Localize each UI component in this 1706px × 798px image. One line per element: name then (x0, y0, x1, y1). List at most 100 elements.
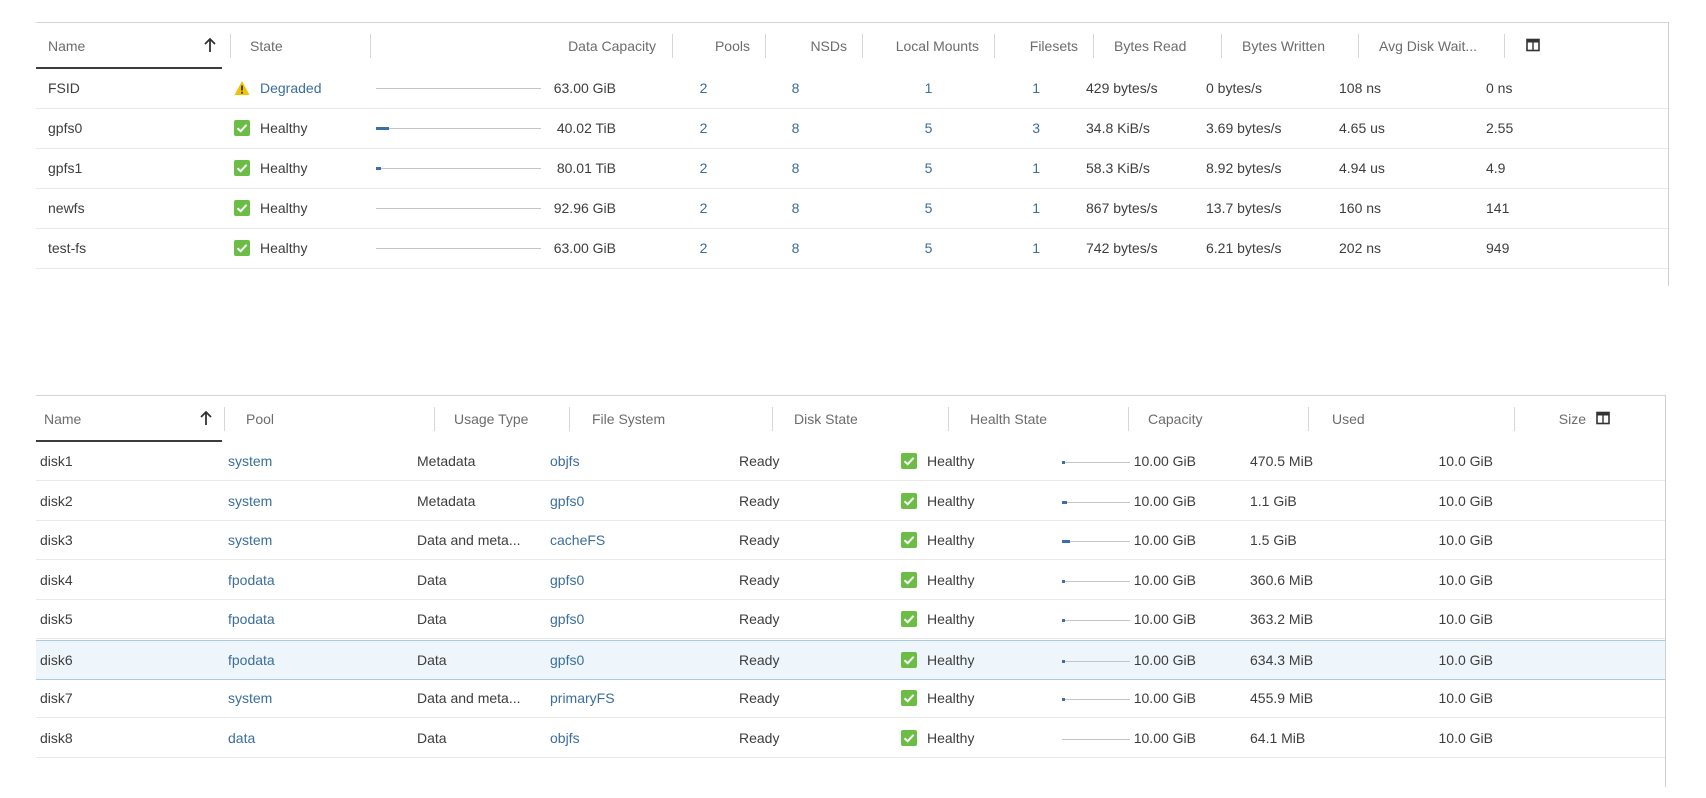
local-mounts-count[interactable]: 5 (901, 229, 956, 268)
capacity-value: 10.00 GiB (1133, 492, 1196, 509)
disk-name: disk6 (40, 651, 73, 668)
column-header-name[interactable]: Name (48, 23, 168, 69)
table-row[interactable]: test-fs Healthy 63.00 GiB 2 8 5 1 742 bytes/s 6.… (36, 229, 1669, 269)
column-header-usage-type[interactable]: Usage Type (454, 396, 574, 442)
column-header-disk-state[interactable]: Disk State (794, 396, 914, 442)
disk-name: disk7 (40, 690, 73, 706)
pools-count[interactable]: 2 (676, 69, 731, 108)
pool-link[interactable]: system (228, 521, 378, 559)
health-state-label: Healthy (927, 611, 975, 627)
table-row[interactable]: newfs Healthy 92.96 GiB 2 8 5 1 867 bytes/s 13.7… (36, 189, 1669, 229)
filesets-count[interactable]: 1 (996, 69, 1040, 108)
file-system-link[interactable]: gpfs0 (550, 482, 700, 520)
disk-state: Ready (739, 532, 780, 548)
capacity-bar-fill (1062, 698, 1065, 701)
capacity-value: 10.00 GiB (1133, 611, 1196, 627)
check-icon (234, 152, 250, 176)
table-row[interactable]: disk3 system Data and meta... cacheFS Ready H… (36, 521, 1666, 560)
table-row[interactable]: disk5 fpodata Data gpfs0 Ready Healthy 10.00 G… (36, 600, 1666, 639)
nsds-count[interactable]: 8 (768, 189, 823, 228)
column-header-name[interactable]: Name (44, 396, 164, 442)
pool-link[interactable]: fpodata (228, 561, 378, 599)
state-label: Healthy (260, 120, 308, 136)
filesystem-name: FSID (48, 80, 80, 96)
table-row[interactable]: gpfs0 Healthy 40.02 TiB 2 8 5 3 34.8 KiB/s 3.69 … (36, 109, 1669, 149)
filesets-count[interactable]: 3 (996, 109, 1040, 148)
table-scroll-edge (1665, 395, 1666, 787)
file-system-link[interactable]: objfs (550, 719, 700, 757)
state-label: Degraded (260, 80, 322, 96)
pool-link[interactable]: fpodata (228, 641, 378, 679)
column-header-data-capacity[interactable]: Data Capacity (506, 23, 656, 69)
file-system-link[interactable]: gpfs0 (550, 641, 700, 679)
usage-type: Data (417, 729, 447, 746)
column-header-capacity[interactable]: Capacity (1148, 396, 1288, 442)
local-mounts-count[interactable]: 1 (901, 69, 956, 108)
capacity-bar-fill (1062, 619, 1065, 622)
column-header-pool[interactable]: Pool (246, 396, 396, 442)
table-row[interactable]: disk2 system Metadata gpfs0 Ready Healthy 10.0… (36, 482, 1666, 521)
filesets-count[interactable]: 1 (996, 189, 1040, 228)
pools-count[interactable]: 2 (676, 229, 731, 268)
table-row[interactable]: disk7 system Data and meta... primaryFS Read… (36, 679, 1666, 718)
table-row[interactable]: disk8 data Data objfs Ready Healthy 10.00 GiB 6… (36, 719, 1666, 758)
nsds-count[interactable]: 8 (768, 69, 823, 108)
local-mounts-count[interactable]: 5 (901, 189, 956, 228)
disk-name: disk4 (40, 571, 73, 588)
check-icon (234, 192, 250, 216)
column-chooser-icon[interactable] (1596, 411, 1610, 425)
filesystems-table-header: Name State Data Capacity Pools NSDs Loca… (36, 22, 1669, 69)
column-header-state[interactable]: State (250, 23, 350, 69)
filesets-count[interactable]: 1 (996, 229, 1040, 268)
pool-link[interactable]: system (228, 482, 378, 520)
table-row[interactable]: disk1 system Metadata objfs Ready Healthy 10.0… (36, 442, 1666, 481)
capacity-value: 10.00 GiB (1133, 532, 1196, 548)
column-header-used[interactable]: Used (1332, 396, 1452, 442)
column-header-filesets[interactable]: Filesets (994, 23, 1078, 69)
column-header-size[interactable]: Size (1536, 396, 1586, 442)
disk-state: Ready (739, 651, 780, 668)
nsds-count[interactable]: 8 (768, 149, 823, 188)
table-row[interactable]: disk6 fpodata Data gpfs0 Ready Healthy 10.00 G… (36, 639, 1666, 680)
nsds-count[interactable]: 8 (768, 109, 823, 148)
table-row[interactable]: gpfs1 Healthy 80.01 TiB 2 8 5 1 58.3 KiB/s 8.92 … (36, 149, 1669, 189)
column-header-nsds[interactable]: NSDs (765, 23, 847, 69)
table-row[interactable]: disk4 fpodata Data gpfs0 Ready Healthy 10.00 G… (36, 561, 1666, 600)
used-value: 634.3 MiB (1250, 651, 1314, 668)
column-header-avg-disk-wait[interactable]: Avg Disk Wait... (1379, 23, 1494, 69)
column-header-file-system[interactable]: File System (592, 396, 742, 442)
local-mounts-count[interactable]: 5 (901, 109, 956, 148)
pool-link[interactable]: data (228, 719, 378, 757)
pool-link[interactable]: fpodata (228, 600, 378, 638)
filesets-count[interactable]: 1 (996, 149, 1040, 188)
column-header-local-mounts[interactable]: Local Mounts (862, 23, 979, 69)
file-system-link[interactable]: objfs (550, 442, 700, 480)
disk-name: disk2 (40, 492, 73, 509)
column-header-bytes-read[interactable]: Bytes Read (1114, 23, 1224, 69)
column-header-pools[interactable]: Pools (672, 23, 750, 69)
pool-link[interactable]: system (228, 679, 378, 717)
bytes-read: 429 bytes/s (1086, 80, 1158, 96)
column-header-bytes-written[interactable]: Bytes Written (1242, 23, 1360, 69)
health-state-cell: Healthy (901, 521, 1041, 559)
file-system-link[interactable]: cacheFS (550, 521, 700, 559)
table-row[interactable]: FSID Degraded 63.00 GiB 2 8 1 1 429 bytes/s 0 by… (36, 69, 1669, 109)
sort-ascending-icon[interactable] (200, 410, 212, 426)
bytes-read: 58.3 KiB/s (1086, 160, 1150, 176)
size-value: 10.0 GiB (1438, 611, 1493, 627)
file-system-link[interactable]: gpfs0 (550, 600, 700, 638)
bytes-read: 742 bytes/s (1086, 240, 1158, 256)
column-chooser-icon[interactable] (1526, 38, 1540, 52)
pools-count[interactable]: 2 (676, 189, 731, 228)
sort-ascending-icon[interactable] (204, 37, 216, 53)
pool-link[interactable]: system (228, 442, 378, 480)
column-header-health-state[interactable]: Health State (970, 396, 1110, 442)
file-system-link[interactable]: gpfs0 (550, 561, 700, 599)
used-value: 363.2 MiB (1250, 611, 1314, 627)
health-state-label: Healthy (927, 690, 975, 706)
local-mounts-count[interactable]: 5 (901, 149, 956, 188)
nsds-count[interactable]: 8 (768, 229, 823, 268)
pools-count[interactable]: 2 (676, 149, 731, 188)
pools-count[interactable]: 2 (676, 109, 731, 148)
file-system-link[interactable]: primaryFS (550, 679, 700, 717)
